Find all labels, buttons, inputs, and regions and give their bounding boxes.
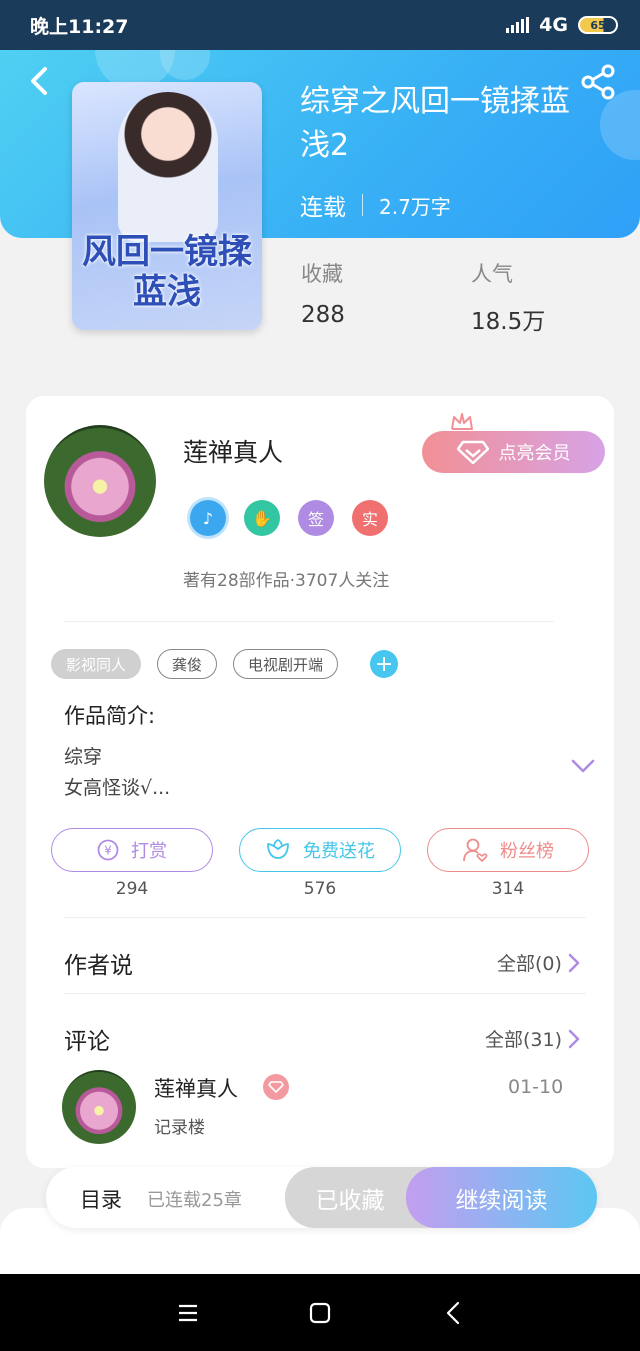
send-flower-label: 免费送花 — [303, 841, 375, 862]
intro-text: 综穿 女高怪谈√... — [64, 742, 170, 804]
comment-username[interactable]: 莲禅真人 — [154, 1073, 238, 1103]
fan-count: 314 — [491, 879, 525, 899]
intro-line: 女高怪谈√... — [64, 777, 171, 799]
badge-text: ♪ — [202, 508, 214, 528]
stat-value: 18.5万 — [471, 309, 546, 335]
tip-label: 打赏 — [131, 841, 167, 862]
tag-item[interactable]: 电视剧开端 — [233, 649, 339, 679]
author-stats: 著有28部作品·3707人关注 — [183, 571, 390, 591]
fan-icon — [463, 838, 488, 862]
diamond-icon — [456, 440, 489, 464]
chevron-right-icon — [568, 1029, 580, 1048]
comment-text: 记录楼 — [154, 1118, 205, 1138]
stat-popularity: 人气 18.5万 — [471, 258, 545, 336]
tag-item[interactable]: 龚俊 — [157, 649, 218, 679]
cover-title: 风回一镜揉蓝浅 — [82, 232, 252, 312]
tag-list: 影视同人 龚俊 电视剧开端 + — [51, 649, 399, 679]
comments-all-label: 全部(31) — [485, 1029, 563, 1051]
send-flower-button[interactable]: 免费送花 — [239, 828, 401, 872]
divider — [64, 621, 554, 622]
vip-button[interactable]: 点亮会员 — [422, 431, 605, 473]
stat-label: 收藏 — [301, 262, 343, 286]
toc-button[interactable]: 目录 — [80, 1184, 122, 1214]
network-label: 4G — [539, 14, 568, 36]
comment-date: 01-10 — [508, 1076, 564, 1098]
badge-text: ✋ — [252, 508, 272, 528]
divider — [64, 917, 586, 918]
tip-button[interactable]: ¥ 打赏 — [51, 828, 213, 872]
meta-divider — [362, 194, 363, 216]
author-says-title: 作者说 — [64, 953, 133, 979]
tip-count: 294 — [115, 879, 149, 899]
comment-avatar[interactable] — [62, 1070, 136, 1144]
author-says-all-link[interactable]: 全部(0) — [497, 949, 580, 976]
flower-icon — [267, 838, 289, 859]
crown-icon — [451, 413, 473, 430]
fan-ranking-button[interactable]: 粉丝榜 — [427, 828, 589, 872]
back-nav-icon[interactable] — [441, 1300, 467, 1326]
continue-reading-button[interactable]: 继续阅读 — [406, 1167, 597, 1228]
vip-label: 点亮会员 — [498, 443, 571, 464]
book-meta: 连载 2.7万字 — [300, 188, 451, 222]
chapter-count: 已连载25章 — [147, 1190, 242, 1211]
status-time: 晚上11:27 — [30, 15, 129, 38]
stat-value: 288 — [301, 302, 345, 328]
intro-line: 综穿 — [64, 746, 103, 768]
author-avatar[interactable] — [44, 425, 156, 537]
cover-illustration — [118, 92, 218, 242]
author-badges: ♪ ✋ 签 实 — [190, 500, 388, 536]
menu-icon[interactable] — [175, 1300, 201, 1326]
book-status: 连载 — [300, 195, 346, 221]
signal-icon — [506, 17, 530, 33]
music-icon[interactable]: ♪ — [190, 500, 226, 536]
chevron-down-icon[interactable] — [571, 758, 595, 774]
author-name[interactable]: 莲禅真人 — [183, 433, 283, 469]
home-icon[interactable] — [307, 1300, 333, 1326]
badge-text: 实 — [361, 510, 378, 529]
author-says-all-label: 全部(0) — [497, 953, 562, 975]
yen-icon: ¥ — [97, 839, 119, 861]
vip-badge-icon — [263, 1074, 289, 1100]
fan-ranking-label: 粉丝榜 — [500, 841, 554, 862]
status-bar: 晚上11:27 4G 65 — [0, 0, 640, 50]
divider — [64, 993, 586, 994]
battery-icon: 65 — [578, 16, 618, 34]
plus-icon: + — [374, 651, 394, 677]
flower-count: 576 — [303, 879, 337, 899]
intro-heading: 作品简介: — [64, 704, 156, 728]
svg-text:¥: ¥ — [104, 844, 112, 858]
diamond-icon — [268, 1081, 284, 1093]
verified-icon[interactable]: 实 — [352, 500, 388, 536]
stat-label: 人气 — [471, 262, 513, 286]
book-cover[interactable]: 风回一镜揉蓝浅 — [72, 82, 262, 330]
word-count: 2.7万字 — [379, 194, 451, 219]
continue-reading-label: 继续阅读 — [455, 1187, 548, 1214]
add-tag-button[interactable]: + — [370, 650, 399, 678]
handshake-icon[interactable]: ✋ — [244, 500, 280, 536]
chevron-right-icon — [568, 953, 580, 972]
comments-title: 评论 — [64, 1029, 110, 1055]
collected-label: 已收藏 — [315, 1187, 385, 1214]
back-button[interactable] — [24, 66, 54, 96]
book-title: 综穿之风回一镜揉蓝浅2 — [300, 84, 570, 163]
battery-level: 65 — [590, 18, 606, 32]
sign-icon[interactable]: 签 — [298, 500, 334, 536]
chevron-left-icon — [31, 67, 47, 95]
stat-favorites: 收藏 288 — [301, 258, 345, 328]
comments-all-link[interactable]: 全部(31) — [485, 1025, 580, 1052]
badge-text: 签 — [307, 510, 324, 529]
tag-item[interactable]: 影视同人 — [51, 649, 142, 679]
